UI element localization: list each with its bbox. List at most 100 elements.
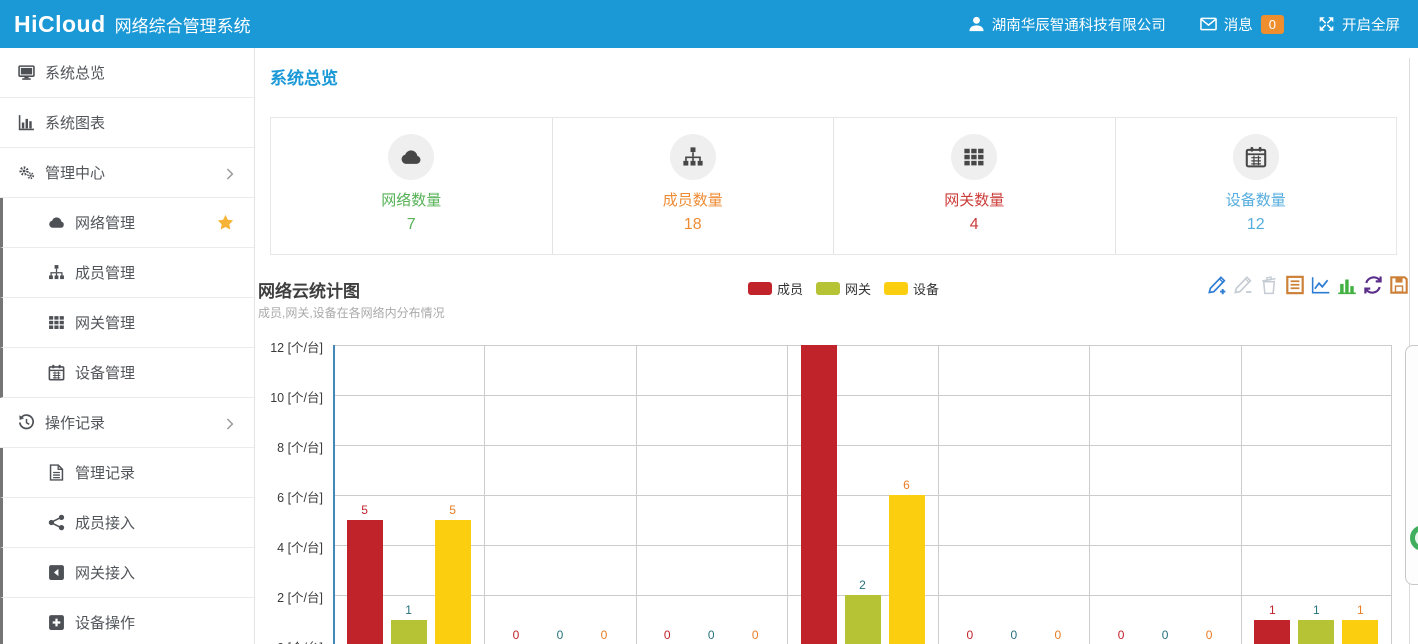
sidebar-item-gateway-access[interactable]: 网关接入 bbox=[0, 548, 254, 598]
bar-网关-group1[interactable] bbox=[391, 620, 427, 644]
file-text-icon bbox=[47, 464, 66, 481]
legend-label: 网关 bbox=[845, 279, 871, 298]
sidebar-item-label: 系统总览 bbox=[45, 62, 105, 83]
bar-设备-group4[interactable] bbox=[889, 495, 925, 644]
toolbox-save-as-image-icon[interactable] bbox=[1388, 274, 1410, 296]
bar-value-label: 0 bbox=[1189, 628, 1229, 642]
stats-panel: 网络数量7成员数量18网关数量4设备数量12 bbox=[270, 117, 1397, 255]
sidebar-item-label: 设备操作 bbox=[75, 612, 135, 633]
legend-item-0[interactable]: 成员 bbox=[748, 279, 803, 298]
sidebar-item-label: 网关接入 bbox=[75, 562, 135, 583]
messages-menu[interactable]: 消息 0 bbox=[1200, 14, 1284, 35]
sidebar-item-network-mgmt[interactable]: 网络管理 bbox=[0, 198, 254, 248]
main-content: 系统总览 网络数量7成员数量18网关数量4设备数量12 网络云统计图 成员,网关… bbox=[255, 48, 1418, 644]
messages-label: 消息 bbox=[1224, 14, 1253, 35]
sidebar-item-gateway-mgmt[interactable]: 网关管理 bbox=[0, 298, 254, 348]
bar-成员-group1[interactable] bbox=[347, 520, 383, 644]
bar-网关-group4[interactable] bbox=[845, 595, 881, 644]
toolbox-mark-undo-icon[interactable] bbox=[1232, 274, 1254, 296]
legend-swatch bbox=[816, 282, 840, 295]
y-axis-tick: 4 [个/台] bbox=[277, 537, 323, 556]
gridline-horizontal bbox=[335, 545, 1392, 546]
app-root: HiCloud 网络综合管理系统 湖南华辰智通科技有限公司 消息 0 开启全屏 … bbox=[0, 0, 1418, 644]
bar-value-label: 1 bbox=[1296, 603, 1336, 617]
chart-legend: 成员 网关 设备 bbox=[748, 279, 952, 298]
bar-设备-group7[interactable] bbox=[1342, 620, 1378, 644]
stat-card-3: 设备数量 12 bbox=[1115, 118, 1397, 254]
chevron-right-icon bbox=[226, 417, 234, 429]
stat-label: 设备数量 bbox=[1116, 189, 1397, 210]
app-title: 网络综合管理系统 bbox=[115, 12, 251, 37]
stat-label: 成员数量 bbox=[553, 189, 834, 210]
toolbox-restore-icon[interactable] bbox=[1362, 274, 1384, 296]
sidebar-item-operation-log[interactable]: 操作记录 bbox=[0, 398, 254, 448]
cloud-icon bbox=[388, 134, 434, 180]
chart-toolbox bbox=[1206, 274, 1410, 296]
legend-label: 设备 bbox=[913, 279, 939, 298]
sidebar-item-label: 系统图表 bbox=[45, 112, 105, 133]
sidebar-item-label: 管理中心 bbox=[45, 162, 105, 183]
top-header: HiCloud 网络综合管理系统 湖南华辰智通科技有限公司 消息 0 开启全屏 bbox=[0, 0, 1418, 48]
legend-swatch bbox=[748, 282, 772, 295]
sidebar-item-system-charts[interactable]: 系统图表 bbox=[0, 98, 254, 148]
bar-value-label: 1 bbox=[389, 603, 429, 617]
sidebar-item-mgmt-records[interactable]: 管理记录 bbox=[0, 448, 254, 498]
bar-value-label: 0 bbox=[1038, 628, 1078, 642]
bar-value-label: 0 bbox=[647, 628, 687, 642]
bar-网关-group7[interactable] bbox=[1298, 620, 1334, 644]
calendar-icon bbox=[47, 364, 66, 381]
sitemap-icon bbox=[47, 264, 66, 281]
grid-icon bbox=[47, 314, 66, 331]
envelope-icon bbox=[1200, 16, 1217, 32]
share-icon bbox=[47, 514, 66, 531]
stat-label: 网关数量 bbox=[834, 189, 1115, 210]
toolbox-magic-type-line-icon[interactable] bbox=[1310, 274, 1332, 296]
bar-value-label: 0 bbox=[950, 628, 990, 642]
bar-value-label: 2 bbox=[843, 578, 883, 592]
topbar-right: 湖南华辰智通科技有限公司 消息 0 开启全屏 bbox=[934, 14, 1400, 35]
gridline-horizontal bbox=[335, 345, 1392, 346]
sidebar-item-device-operation[interactable]: 设备操作 bbox=[0, 598, 254, 644]
sidebar-item-system-overview[interactable]: 系统总览 bbox=[0, 48, 254, 98]
sidebar-item-management-center[interactable]: 管理中心 bbox=[0, 148, 254, 198]
sidebar-item-device-mgmt[interactable]: 设备管理 bbox=[0, 348, 254, 398]
app-logo[interactable]: HiCloud bbox=[14, 11, 106, 38]
gears-icon bbox=[17, 164, 36, 181]
gridline-horizontal bbox=[335, 495, 1392, 496]
star-icon[interactable] bbox=[217, 214, 234, 231]
gridline-vertical bbox=[484, 345, 485, 644]
toolbox-magic-type-bar-icon[interactable] bbox=[1336, 274, 1358, 296]
sidebar-item-label: 成员接入 bbox=[75, 512, 135, 533]
stat-value: 12 bbox=[1116, 216, 1397, 234]
bar-value-label: 0 bbox=[1145, 628, 1185, 642]
sidebar-item-label: 网络管理 bbox=[75, 212, 135, 233]
bar-成员-group7[interactable] bbox=[1254, 620, 1290, 644]
fullscreen-button[interactable]: 开启全屏 bbox=[1318, 14, 1400, 35]
user-icon bbox=[968, 16, 985, 32]
toolbox-mark-icon[interactable] bbox=[1206, 274, 1228, 296]
stat-value: 18 bbox=[553, 216, 834, 234]
toolbox-mark-clear-icon[interactable] bbox=[1258, 274, 1280, 296]
account-menu[interactable]: 湖南华辰智通科技有限公司 bbox=[968, 14, 1166, 35]
sidebar: 系统总览系统图表管理中心网络管理成员管理网关管理设备管理操作记录管理记录成员接入… bbox=[0, 48, 255, 644]
grid-icon bbox=[951, 134, 997, 180]
bar-value-label: 0 bbox=[540, 628, 580, 642]
caret-square-left-icon bbox=[47, 564, 66, 581]
messages-count-badge: 0 bbox=[1261, 15, 1284, 34]
y-axis-tick: 2 [个/台] bbox=[277, 587, 323, 606]
legend-swatch bbox=[884, 282, 908, 295]
bar-设备-group1[interactable] bbox=[435, 520, 471, 644]
bar-value-label: 5 bbox=[433, 503, 473, 517]
sidebar-item-member-mgmt[interactable]: 成员管理 bbox=[0, 248, 254, 298]
sidebar-item-label: 操作记录 bbox=[45, 412, 105, 433]
gridline-vertical bbox=[1089, 345, 1090, 644]
bar-chart-icon bbox=[17, 114, 36, 131]
toolbox-data-view-icon[interactable] bbox=[1284, 274, 1306, 296]
bar-成员-group4[interactable] bbox=[801, 345, 837, 644]
sidebar-item-member-access[interactable]: 成员接入 bbox=[0, 498, 254, 548]
stat-card-2: 网关数量4 bbox=[833, 118, 1115, 254]
legend-item-2[interactable]: 设备 bbox=[884, 279, 939, 298]
desktop-icon bbox=[17, 64, 36, 81]
legend-item-1[interactable]: 网关 bbox=[816, 279, 871, 298]
bar-value-label: 0 bbox=[691, 628, 731, 642]
